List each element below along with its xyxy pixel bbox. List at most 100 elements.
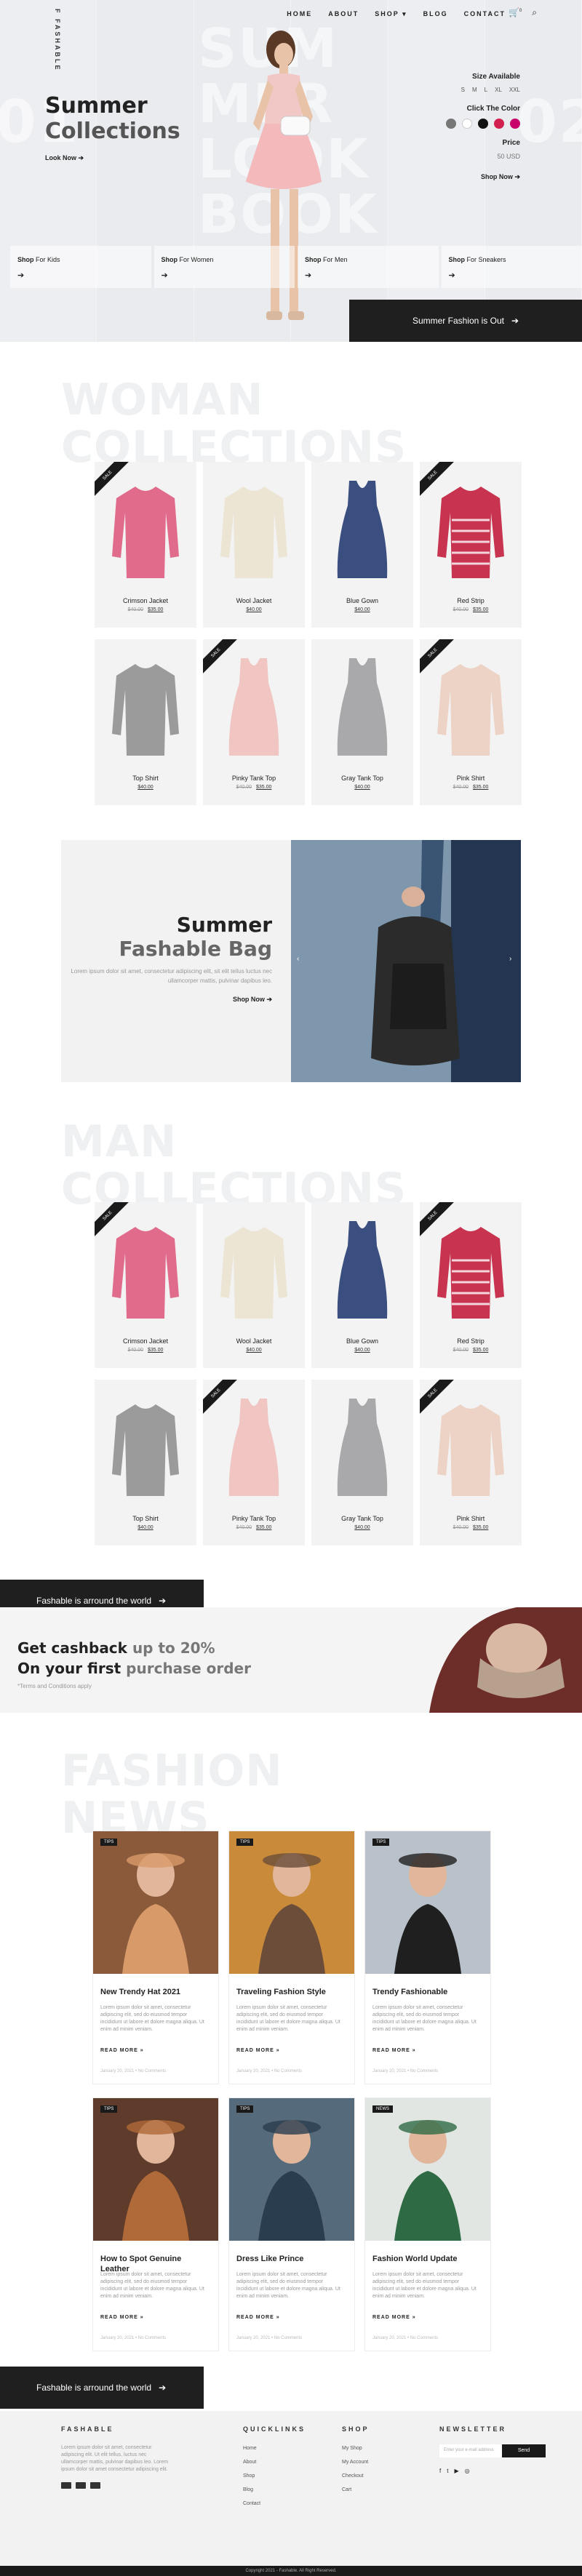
product-name[interactable]: Pinky Tank Top <box>203 775 305 782</box>
nav-item-blog[interactable]: BLOG <box>423 10 448 18</box>
product-name[interactable]: Crimson Jacket <box>95 597 196 604</box>
quicklink-home[interactable]: Home <box>243 2441 260 2455</box>
read-more-link[interactable]: READ MORE » <box>100 2048 144 2053</box>
summer-fashion-cta[interactable]: Summer Fashion is Out ➔ <box>349 300 582 342</box>
product-name[interactable]: Red Strip <box>420 597 522 604</box>
news-title[interactable]: New Trendy Hat 2021 <box>100 1987 210 1997</box>
nav-item-shop[interactable]: SHOP ▾ <box>375 10 407 18</box>
product-name[interactable]: Pink Shirt <box>420 1515 522 1522</box>
shoplink-checkout[interactable]: Checkout <box>342 2469 368 2483</box>
product-card[interactable]: Top Shirt $40.00 <box>95 1380 196 1545</box>
news-image[interactable] <box>93 1831 218 1974</box>
news-image[interactable] <box>93 2098 218 2241</box>
quicklink-contact[interactable]: Contact <box>243 2497 260 2511</box>
product-name[interactable]: Blue Gown <box>311 597 413 604</box>
product-name[interactable]: Crimson Jacket <box>95 1337 196 1345</box>
look-now-link[interactable]: Look Now ➔ <box>45 154 84 162</box>
news-image[interactable] <box>365 1831 490 1974</box>
newsletter-send-button[interactable]: Send <box>502 2444 546 2457</box>
search-icon[interactable]: ⌕ <box>532 7 537 18</box>
newsletter-email-input[interactable]: Enter your e-mail address <box>439 2444 502 2457</box>
news-card[interactable]: TIPS New Trendy Hat 2021 Lorem ipsum dolor… <box>93 1831 218 2084</box>
size-option-l[interactable]: L <box>485 87 487 93</box>
product-card[interactable]: SALE Crimson Jacket $40.00 $35.00 <box>95 1202 196 1368</box>
read-more-link[interactable]: READ MORE » <box>372 2048 416 2053</box>
shop-for-sneakers[interactable]: Shop For Sneakers ➔ <box>441 246 582 288</box>
read-more-link[interactable]: READ MORE » <box>236 2048 280 2053</box>
product-name[interactable]: Pink Shirt <box>420 775 522 782</box>
product-card[interactable]: SALE Red Strip $40.00 $35.00 <box>420 1202 522 1368</box>
news-card[interactable]: TIPS Dress Like Prince Lorem ipsum dolor s… <box>229 2098 354 2351</box>
color-swatch-red[interactable] <box>494 119 504 129</box>
color-swatch-white[interactable] <box>462 119 472 129</box>
bag-shop-now-link[interactable]: Shop Now ➔ <box>61 996 272 1004</box>
product-name[interactable]: Red Strip <box>420 1337 522 1345</box>
shop-for-kids[interactable]: Shop For Kids ➔ <box>10 246 151 288</box>
nav-item-contact[interactable]: CONTACT <box>464 10 506 18</box>
quicklink-shop[interactable]: Shop <box>243 2469 260 2483</box>
product-card[interactable]: Blue Gown $40.00 <box>311 1202 413 1368</box>
size-option-xl[interactable]: XL <box>495 87 502 93</box>
cart-icon[interactable]: 🛒0 <box>509 7 522 18</box>
hero-title: Summer Collections <box>45 93 180 144</box>
news-title[interactable]: Fashion World Update <box>372 2254 482 2264</box>
product-name[interactable]: Gray Tank Top <box>311 1515 413 1522</box>
product-card[interactable]: Top Shirt $40.00 <box>95 639 196 805</box>
product-card[interactable]: Gray Tank Top $40.00 <box>311 1380 413 1545</box>
product-card[interactable]: SALE Pink Shirt $40.00 $35.00 <box>420 639 522 805</box>
shop-now-link[interactable]: Shop Now ➔ <box>418 173 520 181</box>
size-option-s[interactable]: S <box>461 87 465 93</box>
facebook-icon[interactable]: f <box>439 2468 441 2474</box>
news-card[interactable]: NEWS Fashion World Update Lorem ipsum dolo… <box>365 2098 490 2351</box>
news-card[interactable]: TIPS How to Spot Genuine Leather Lorem ips… <box>93 2098 218 2351</box>
news-title[interactable]: Dress Like Prince <box>236 2254 346 2264</box>
product-current-price: $40.00 <box>137 1525 154 1530</box>
read-more-link[interactable]: READ MORE » <box>372 2315 416 2320</box>
color-swatch-magenta[interactable] <box>510 119 520 129</box>
shoplink-cart[interactable]: Cart <box>342 2483 368 2497</box>
product-name[interactable]: Pinky Tank Top <box>203 1515 305 1522</box>
news-title[interactable]: Trendy Fashionable <box>372 1987 482 1997</box>
product-name[interactable]: Blue Gown <box>311 1337 413 1345</box>
product-card[interactable]: Wool Jacket $40.00 <box>203 462 305 628</box>
product-name[interactable]: Top Shirt <box>95 775 196 782</box>
product-card[interactable]: Wool Jacket $40.00 <box>203 1202 305 1368</box>
product-card[interactable]: Gray Tank Top $40.00 <box>311 639 413 805</box>
product-name[interactable]: Wool Jacket <box>203 597 305 604</box>
product-card[interactable]: SALE Crimson Jacket $40.00 $35.00 <box>95 462 196 628</box>
news-card[interactable]: TIPS Trendy Fashionable Lorem ipsum dolor … <box>365 1831 490 2084</box>
news-card[interactable]: TIPS Traveling Fashion Style Lorem ipsum d… <box>229 1831 354 2084</box>
news-image[interactable] <box>365 2098 490 2241</box>
shoplink-my-account[interactable]: My Account <box>342 2455 368 2469</box>
hero-title-line-1: Summer <box>45 93 148 119</box>
shop-for-men[interactable]: Shop For Men ➔ <box>298 246 439 288</box>
brand-mark: F <box>54 9 61 15</box>
quicklink-blog[interactable]: Blog <box>243 2483 260 2497</box>
read-more-link[interactable]: READ MORE » <box>236 2315 280 2320</box>
brand-logo[interactable]: F FASHABLE <box>54 9 61 72</box>
twitter-icon[interactable]: t <box>447 2468 448 2474</box>
shop-for-women[interactable]: Shop For Women ➔ <box>154 246 295 288</box>
instagram-icon[interactable]: ◎ <box>465 2468 470 2474</box>
size-option-xxl[interactable]: XXL <box>509 87 520 93</box>
product-name[interactable]: Wool Jacket <box>203 1337 305 1345</box>
product-card[interactable]: SALE Pinky Tank Top $40.00 $35.00 <box>203 1380 305 1545</box>
product-name[interactable]: Top Shirt <box>95 1515 196 1522</box>
color-swatch-black[interactable] <box>478 119 488 129</box>
product-card[interactable]: SALE Pink Shirt $40.00 $35.00 <box>420 1380 522 1545</box>
quicklink-about[interactable]: About <box>243 2455 260 2469</box>
shoplink-my-shop[interactable]: My Shop <box>342 2441 368 2455</box>
product-card[interactable]: SALE Red Strip $40.00 $35.00 <box>420 462 522 628</box>
news-title[interactable]: Traveling Fashion Style <box>236 1987 346 1997</box>
product-card[interactable]: Blue Gown $40.00 <box>311 462 413 628</box>
news-image[interactable] <box>229 1831 354 1974</box>
product-name[interactable]: Gray Tank Top <box>311 775 413 782</box>
social-icons: f t ▶ ◎ <box>439 2468 470 2474</box>
size-option-m[interactable]: M <box>472 87 477 93</box>
news-image[interactable] <box>229 2098 354 2241</box>
read-more-link[interactable]: READ MORE » <box>100 2315 144 2320</box>
product-card[interactable]: SALE Pinky Tank Top $40.00 $35.00 <box>203 639 305 805</box>
youtube-icon[interactable]: ▶ <box>454 2468 458 2474</box>
around-world-banner-footer[interactable]: Fashable is arround the world ➔ <box>0 2367 204 2409</box>
color-swatch-gray[interactable] <box>446 119 456 129</box>
